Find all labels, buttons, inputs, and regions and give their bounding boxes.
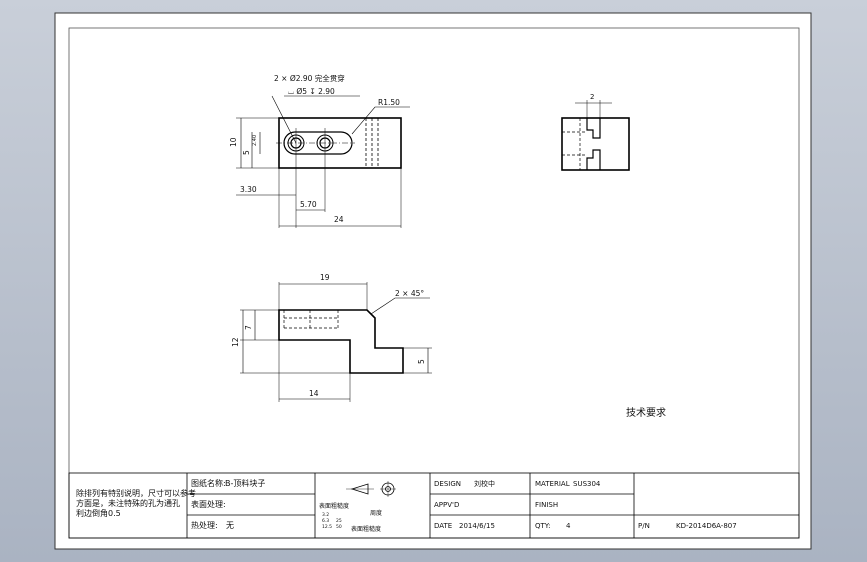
roughness-val-2: 6.3 [322, 518, 329, 524]
design-value: 刘校中 [474, 479, 495, 488]
material-value: SUS304 [573, 480, 601, 488]
roughness-bottom: 表面粗糙度 [351, 525, 381, 533]
drawing-sheet [54, 12, 812, 550]
tech-requirements-label: 技术要求 [626, 406, 666, 419]
roughness-side: 周度 [370, 509, 382, 517]
part-name-value: B-顶料块子 [225, 478, 265, 488]
roughness-val-3: 12.5 [322, 524, 332, 530]
heat-value: 无 [226, 521, 234, 530]
drawing-window: 2 × Ø2.90 完全贯穿 ⌴ Ø5 ↧ 2.90 R1.50 10 5 2.… [0, 0, 867, 562]
chamfer-label: 2 × 45° [395, 289, 424, 298]
part-name-label: 图纸名称: [191, 478, 226, 488]
qty-value: 4 [566, 522, 571, 530]
finish-label: FINISH [535, 501, 558, 509]
dim-2-label: 2 [590, 93, 594, 101]
dim-570-label: 5.70 [300, 200, 317, 209]
dim-5v-label: 5 [242, 150, 251, 155]
roughness-val-4: 25 [336, 518, 342, 524]
roughness-label: 表面粗糙度 [319, 502, 349, 510]
dim-24-label: 24 [334, 215, 344, 224]
dim-14-label: 14 [309, 389, 319, 398]
design-label: DESIGN [434, 480, 461, 488]
dim-small-label: 2.40 [252, 135, 258, 146]
hole-note-1: 2 × Ø2.90 完全贯穿 [274, 73, 345, 83]
hole-note-2: ⌴ Ø5 ↧ 2.90 [288, 87, 335, 96]
date-label: DATE [434, 522, 452, 530]
pn-label: P/N [638, 522, 650, 530]
date-value: 2014/6/15 [459, 522, 495, 530]
heat-label: 热处理: [191, 520, 218, 530]
dim-12-label: 12 [231, 337, 240, 347]
dim-19-label: 19 [320, 273, 330, 282]
dim-7-label: 7 [244, 325, 253, 330]
roughness-val-5: 50 [336, 524, 342, 530]
tech-note-line-3: 利边倒角0.5 [76, 508, 121, 518]
dim-10-label: 10 [229, 137, 238, 147]
pn-value: KD-2014D6A-807 [676, 522, 737, 530]
roughness-val-1: 3.2 [322, 512, 329, 518]
material-label: MATERIAL [535, 480, 570, 488]
dim-330-label: 3.30 [240, 185, 257, 194]
radius-label: R1.50 [378, 98, 400, 107]
dim-5-label: 5 [417, 359, 426, 364]
tech-note-line-2: 方面是，未注特殊的孔为通孔 [76, 498, 180, 508]
tech-note-line-1: 除排列有特别说明，尺寸可以参考 [76, 488, 196, 498]
qty-label: QTY: [535, 522, 551, 530]
appvd-label: APPV'D [434, 501, 459, 509]
cad-drawing-canvas: 2 × Ø2.90 完全贯穿 ⌴ Ø5 ↧ 2.90 R1.50 10 5 2.… [54, 12, 812, 550]
surface-label: 表面处理: [191, 499, 226, 509]
